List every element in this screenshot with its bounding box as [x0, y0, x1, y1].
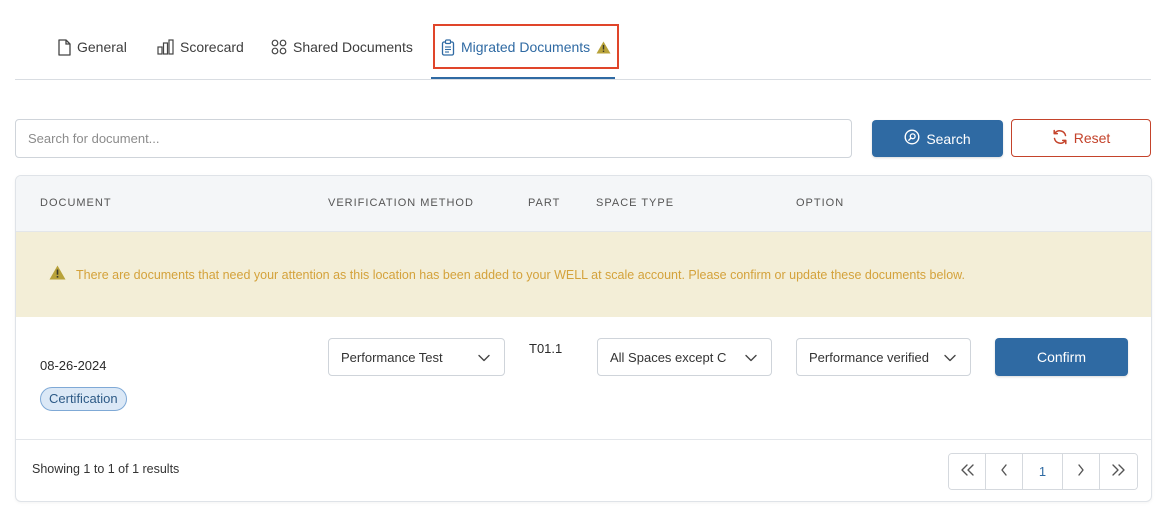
confirm-button[interactable]: Confirm: [995, 338, 1128, 376]
tab-bar: General Scorecard Shared Documents Migra…: [15, 22, 1151, 80]
documents-table: DOCUMENT VERIFICATION METHOD PART SPACE …: [15, 175, 1152, 502]
chevron-left-icon: [1000, 464, 1008, 479]
pagination: 1: [948, 453, 1138, 490]
tab-migrated-documents[interactable]: Migrated Documents: [441, 36, 611, 58]
search-input[interactable]: [15, 119, 852, 158]
column-header-document: DOCUMENT: [40, 197, 112, 209]
double-chevron-right-icon: [1111, 464, 1127, 479]
attention-alert: There are documents that need your atten…: [16, 232, 1151, 317]
tab-label: Scorecard: [180, 39, 244, 55]
column-header-verification-method: VERIFICATION METHOD: [328, 197, 474, 209]
table-row: 08-26-2024 Certification Performance Tes…: [16, 317, 1151, 440]
refresh-icon: [1052, 129, 1068, 148]
tab-scorecard[interactable]: Scorecard: [157, 36, 244, 58]
column-header-option: OPTION: [796, 197, 845, 209]
verification-method-value: Performance Test: [341, 349, 443, 365]
part-value: T01.1: [529, 341, 563, 356]
file-icon: [57, 38, 71, 56]
tab-label: Migrated Documents: [461, 39, 591, 55]
certification-badge: Certification: [40, 387, 127, 411]
clipboard-icon: [441, 38, 455, 56]
chevron-down-icon: [478, 350, 492, 365]
chevron-right-icon: [1077, 464, 1085, 479]
warning-icon: [49, 265, 66, 285]
first-page-button[interactable]: [949, 454, 986, 489]
tab-general[interactable]: General: [57, 36, 127, 58]
reset-button-label: Reset: [1073, 130, 1111, 146]
results-summary: Showing 1 to 1 of 1 results: [32, 462, 180, 476]
table-header: DOCUMENT VERIFICATION METHOD PART SPACE …: [16, 176, 1151, 232]
search-button-label: Search: [926, 130, 971, 147]
verification-method-select[interactable]: Performance Test: [328, 338, 505, 376]
page-number-button[interactable]: 1: [1023, 454, 1063, 489]
next-page-button[interactable]: [1063, 454, 1100, 489]
space-type-value: All Spaces except C: [610, 349, 727, 365]
last-page-button[interactable]: [1100, 454, 1137, 489]
grid-icon: [271, 39, 287, 55]
tab-shared-documents[interactable]: Shared Documents: [271, 36, 413, 58]
option-value: Performance verified: [809, 349, 929, 365]
reset-button[interactable]: Reset: [1011, 119, 1151, 157]
alert-message: There are documents that need your atten…: [76, 267, 965, 282]
space-type-select[interactable]: All Spaces except C: [597, 338, 772, 376]
chevron-down-icon: [944, 350, 958, 365]
column-header-part: PART: [528, 197, 561, 209]
chevron-down-icon: [745, 350, 759, 365]
bar-chart-icon: [157, 39, 174, 55]
double-chevron-left-icon: [959, 464, 975, 479]
option-select[interactable]: Performance verified: [796, 338, 971, 376]
search-button[interactable]: Search: [872, 120, 1003, 157]
column-header-space-type: SPACE TYPE: [596, 197, 675, 209]
tab-label: Shared Documents: [293, 39, 413, 55]
document-date: 08-26-2024: [40, 358, 107, 373]
tab-label: General: [77, 39, 127, 55]
previous-page-button[interactable]: [986, 454, 1023, 489]
search-icon: [904, 129, 920, 148]
warning-icon: [596, 41, 611, 54]
active-tab-indicator: [431, 77, 615, 79]
